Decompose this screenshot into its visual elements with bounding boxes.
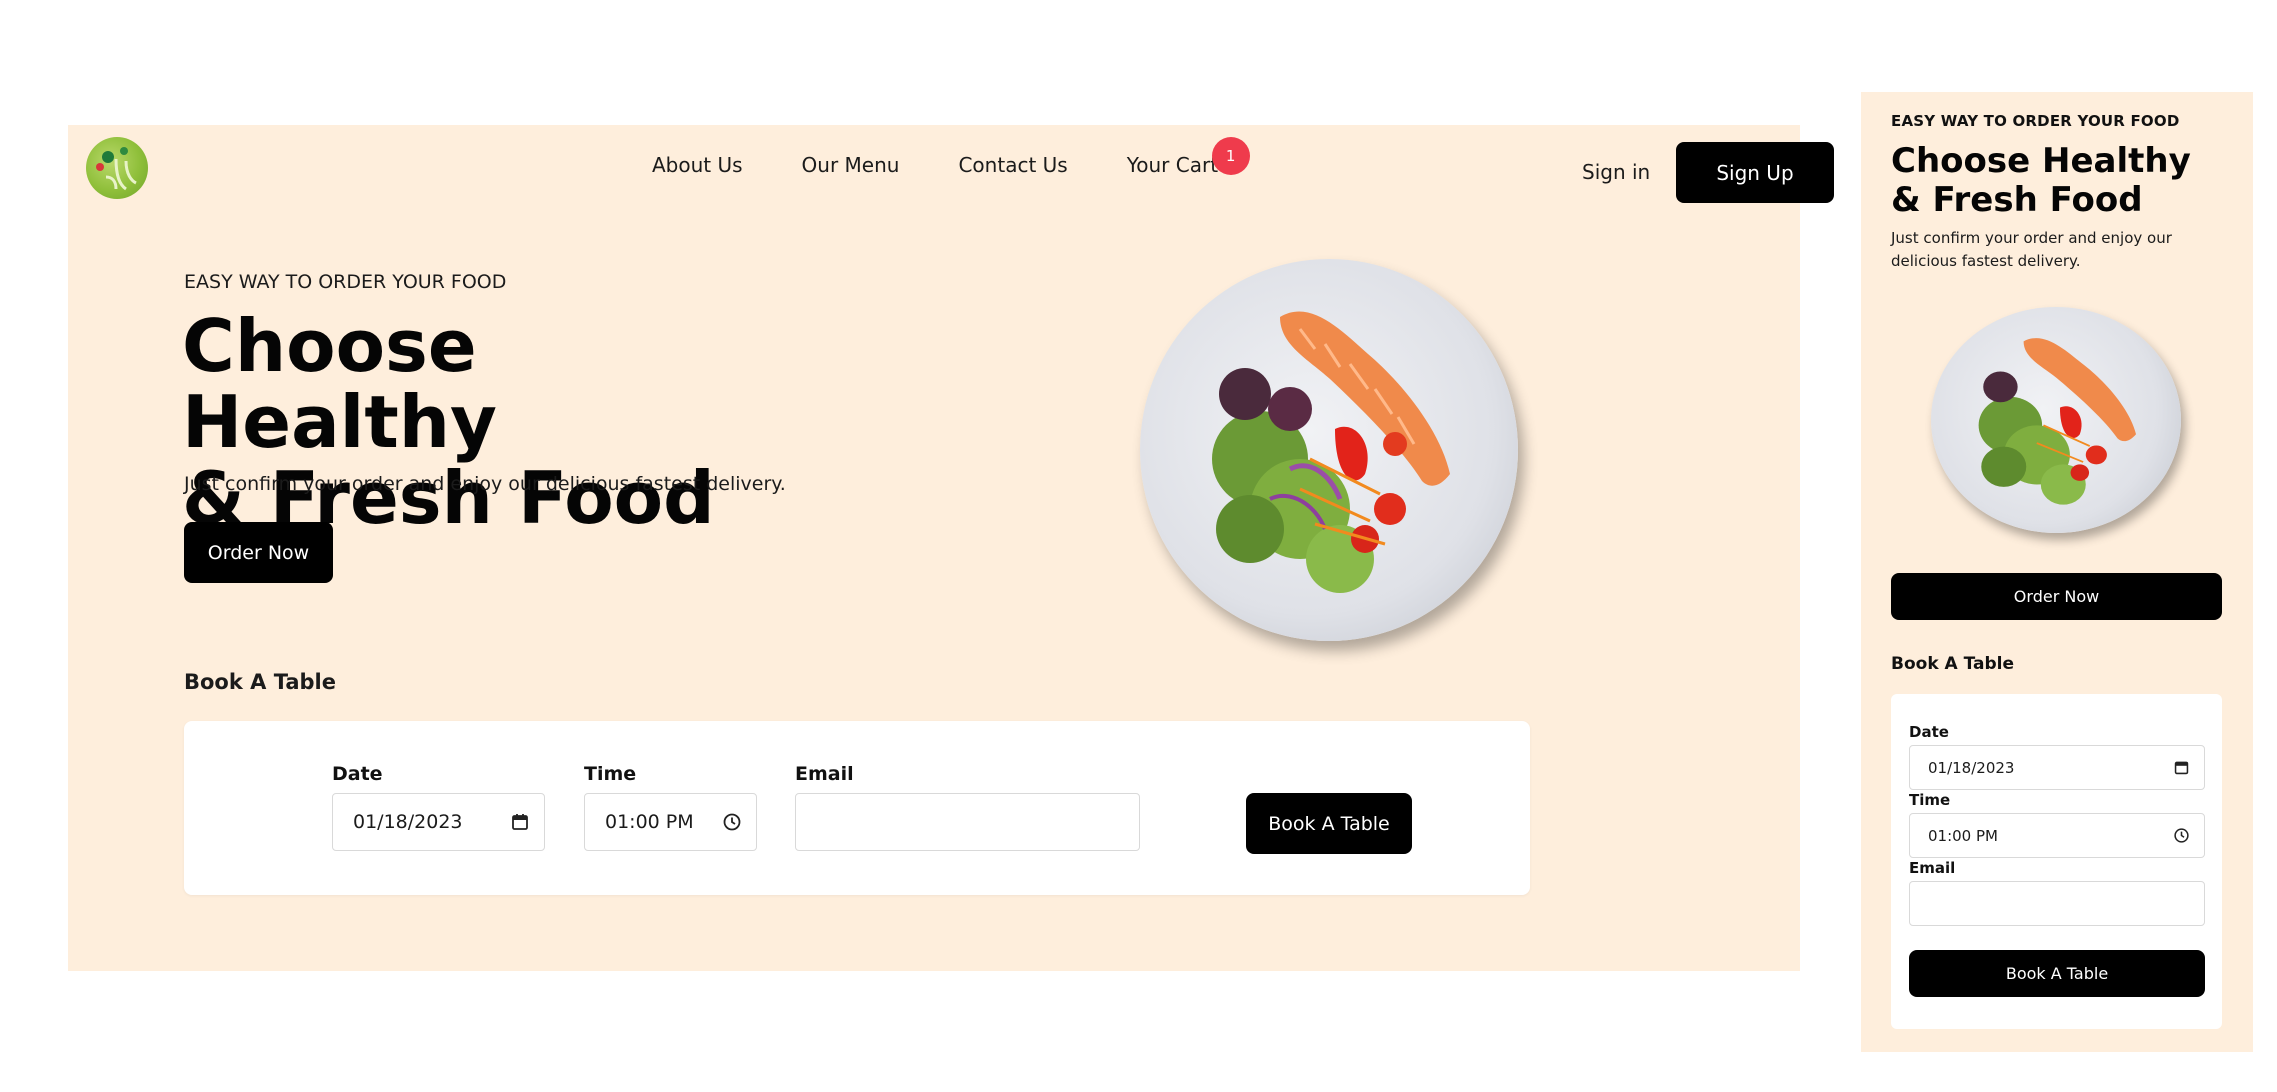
clock-icon[interactable] <box>2173 827 2190 844</box>
hero-subtitle: Just confirm your order and enjoy our de… <box>184 473 786 495</box>
mobile-email-input[interactable] <box>1909 881 2205 926</box>
nav-contact-us[interactable]: Contact Us <box>958 153 1067 177</box>
desktop-view: About Us Our Menu Contact Us Your Cart 1… <box>68 125 1834 971</box>
mobile-email-label: Email <box>1909 859 1956 877</box>
email-label: Email <box>795 763 854 785</box>
logo-icon[interactable] <box>86 137 148 199</box>
time-label: Time <box>584 763 637 785</box>
signup-button[interactable]: Sign Up <box>1676 142 1834 203</box>
mobile-book-table-heading: Book A Table <box>1891 654 2015 674</box>
date-input[interactable]: 01/18/2023 <box>332 793 545 851</box>
date-label: Date <box>332 763 383 785</box>
mobile-time-value: 01:00 PM <box>1928 826 1998 845</box>
salad-plate-image <box>1140 259 1518 641</box>
mobile-date-input[interactable]: 01/18/2023 <box>1909 745 2205 790</box>
mobile-time-label: Time <box>1909 791 1951 809</box>
mobile-hero-subtitle: Just confirm your order and enjoy our de… <box>1891 229 2172 270</box>
mobile-hero-title-line1: Choose Healthy <box>1891 141 2191 181</box>
time-value: 01:00 PM <box>605 811 694 833</box>
nav-about-us[interactable]: About Us <box>652 153 743 177</box>
mobile-time-input[interactable]: 01:00 PM <box>1909 813 2205 858</box>
nav-our-menu[interactable]: Our Menu <box>802 153 900 177</box>
mobile-hero-title: Choose Healthy & Fresh Food <box>1891 142 2231 220</box>
hero-title: Choose Healthy & Fresh Food <box>182 308 802 536</box>
mobile-date-value: 01/18/2023 <box>1928 758 2015 777</box>
book-table-button[interactable]: Book A Table <box>1246 793 1412 854</box>
mobile-salad-plate-image <box>1931 307 2181 533</box>
mobile-book-table-button[interactable]: Book A Table <box>1909 950 2205 997</box>
calendar-icon[interactable] <box>2173 759 2190 776</box>
hero-eyebrow: EASY WAY TO ORDER YOUR FOOD <box>184 271 507 293</box>
cart-count-badge: 1 <box>1211 137 1250 175</box>
mobile-date-label: Date <box>1909 723 1949 741</box>
mobile-hero-eyebrow: EASY WAY TO ORDER YOUR FOOD <box>1891 112 2180 130</box>
email-input[interactable] <box>795 793 1140 851</box>
mobile-hero-title-line2: & Fresh Food <box>1891 180 2143 220</box>
nav-your-cart[interactable]: Your Cart <box>1127 153 1218 177</box>
signin-link[interactable]: Sign in <box>1582 160 1650 184</box>
hero-title-line1: Choose Healthy <box>182 304 497 464</box>
mobile-view: EASY WAY TO ORDER YOUR FOOD Choose Healt… <box>1861 92 2253 1052</box>
mobile-booking-form: Date 01/18/2023 Time 01:00 PM Email Book… <box>1891 694 2222 1029</box>
order-now-button[interactable]: Order Now <box>184 522 333 583</box>
book-table-heading: Book A Table <box>184 670 336 694</box>
main-nav: About Us Our Menu Contact Us Your Cart 1 <box>652 137 1250 177</box>
nav-cart: Your Cart 1 <box>1127 137 1250 177</box>
clock-icon[interactable] <box>722 812 742 832</box>
calendar-icon[interactable] <box>510 812 530 832</box>
mobile-order-now-button[interactable]: Order Now <box>1891 573 2222 620</box>
time-input[interactable]: 01:00 PM <box>584 793 757 851</box>
booking-form: Date 01/18/2023 Time 01:00 PM Email Book… <box>184 721 1530 895</box>
date-value: 01/18/2023 <box>353 811 463 833</box>
